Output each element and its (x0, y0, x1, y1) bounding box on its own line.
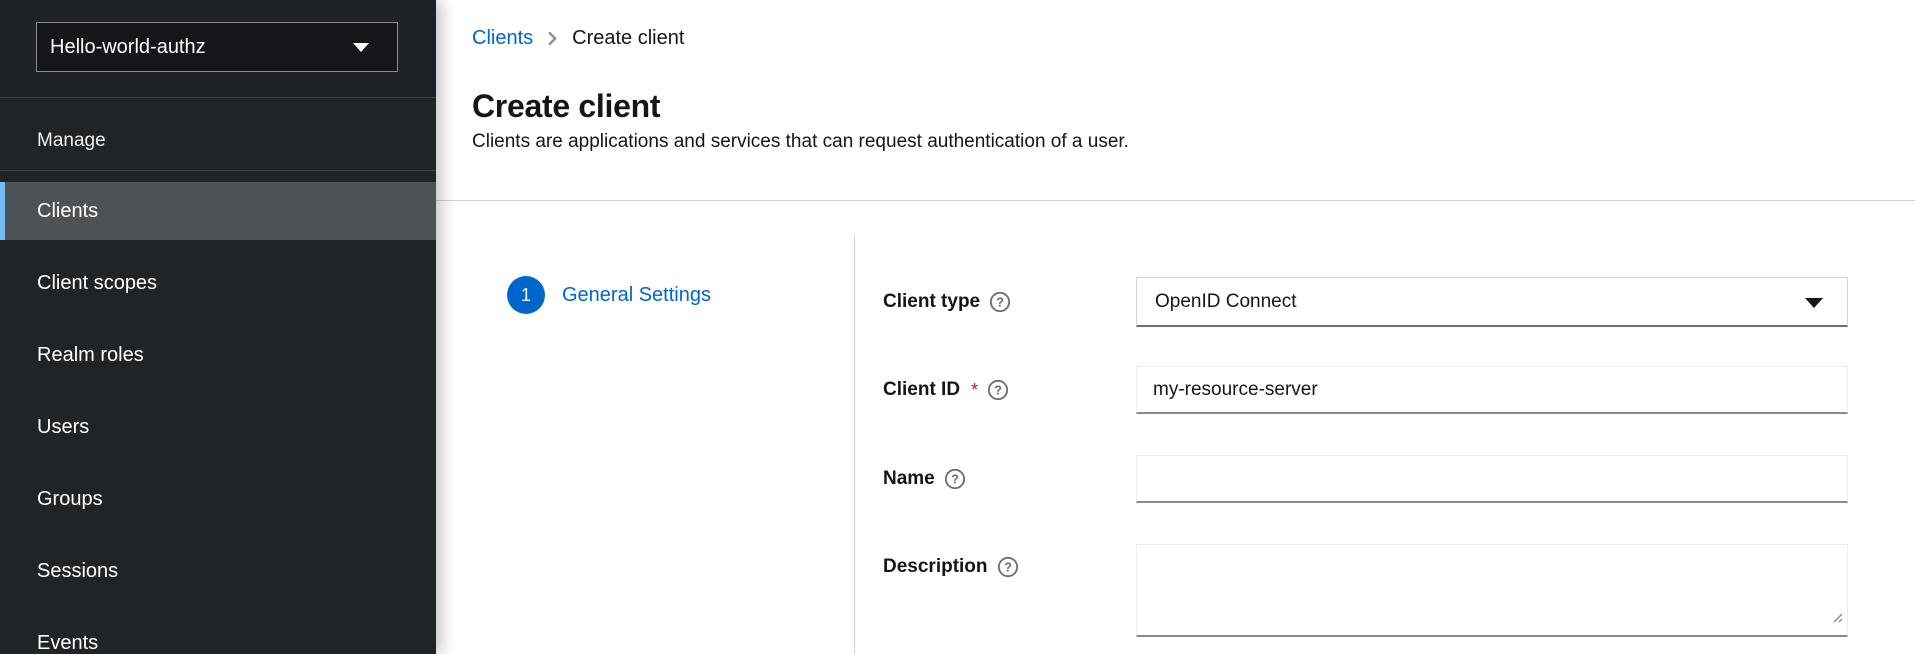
breadcrumb-separator-icon (546, 32, 559, 45)
client-type-select[interactable]: OpenID Connect (1136, 277, 1848, 327)
sidebar-item-label: Groups (37, 488, 103, 511)
sidebar-item-label: Clients (37, 200, 98, 223)
section-divider (436, 200, 1915, 201)
help-icon[interactable]: ? (989, 291, 1011, 313)
realm-selector-value: Hello-world-authz (50, 36, 206, 59)
sidebar-item-groups[interactable]: Groups (0, 470, 436, 528)
field-label-text: Client type (883, 291, 980, 313)
wizard-form-divider (854, 235, 855, 654)
page-subtitle: Clients are applications and services th… (472, 131, 1129, 153)
field-label-name: Name ? (883, 468, 1136, 490)
sidebar-item-sessions[interactable]: Sessions (0, 542, 436, 600)
field-label-text: Name (883, 468, 935, 490)
field-label-description: Description ? (883, 544, 1136, 578)
breadcrumb-current: Create client (572, 27, 684, 50)
help-icon[interactable]: ? (944, 468, 966, 490)
field-label-text: Client ID (883, 379, 960, 401)
caret-down-icon (1805, 298, 1823, 308)
sidebar-item-realm-roles[interactable]: Realm roles (0, 326, 436, 384)
breadcrumb: Clients Create client (472, 27, 684, 50)
wizard-step-general-settings[interactable]: 1 General Settings (507, 276, 711, 314)
realm-selector-button[interactable]: Hello-world-authz (36, 22, 398, 72)
help-icon[interactable]: ? (987, 379, 1009, 401)
sidebar: Hello-world-authz Manage Clients Client … (0, 0, 436, 654)
step-number-badge: 1 (507, 276, 545, 314)
page-title: Create client (472, 88, 660, 125)
svg-text:?: ? (951, 472, 959, 487)
svg-text:?: ? (994, 383, 1002, 398)
client-id-input[interactable] (1136, 366, 1848, 414)
form-row-name: Name ? (883, 455, 1848, 503)
breadcrumb-link-clients[interactable]: Clients (472, 27, 533, 50)
svg-text:?: ? (1004, 560, 1012, 575)
field-label-client-type: Client type ? (883, 291, 1136, 313)
form-row-client-id: Client ID * ? (883, 366, 1848, 414)
sidebar-item-clients[interactable]: Clients (0, 182, 436, 240)
sidebar-item-label: Client scopes (37, 272, 157, 295)
chevron-down-icon (353, 43, 369, 52)
name-input[interactable] (1136, 455, 1848, 503)
form-row-client-type: Client type ? OpenID Connect (883, 277, 1848, 327)
sidebar-item-users[interactable]: Users (0, 398, 436, 456)
sidebar-item-label: Events (37, 632, 98, 654)
nav-section-title: Manage (37, 130, 106, 152)
sidebar-item-events[interactable]: Events (0, 614, 436, 654)
resize-handle-icon[interactable] (1831, 610, 1843, 628)
svg-text:?: ? (996, 295, 1004, 310)
client-type-selected-value: OpenID Connect (1155, 291, 1297, 313)
field-label-client-id: Client ID * ? (883, 379, 1136, 401)
main-content: Clients Create client Create client Clie… (436, 0, 1915, 654)
required-asterisk: * (971, 380, 978, 401)
sidebar-item-label: Sessions (37, 560, 118, 583)
sidebar-nav: Clients Client scopes Realm roles Users … (0, 171, 436, 654)
sidebar-item-label: Realm roles (37, 344, 144, 367)
description-textarea[interactable] (1136, 544, 1848, 637)
field-label-text: Description (883, 556, 988, 578)
form-row-description: Description ? (883, 544, 1848, 637)
help-icon[interactable]: ? (997, 556, 1019, 578)
realm-selector-section: Hello-world-authz (0, 0, 436, 98)
description-field-wrap (1136, 544, 1848, 637)
wizard-step-label: General Settings (562, 284, 711, 307)
sidebar-item-label: Users (37, 416, 89, 439)
sidebar-item-client-scopes[interactable]: Client scopes (0, 254, 436, 312)
